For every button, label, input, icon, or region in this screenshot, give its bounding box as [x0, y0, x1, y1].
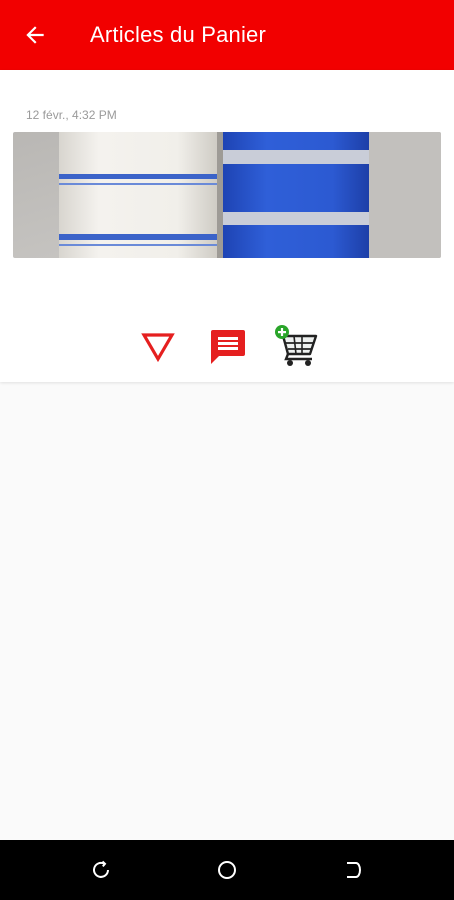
back-nav-icon — [347, 862, 361, 878]
home-button[interactable] — [212, 855, 242, 885]
home-circle-icon — [218, 861, 236, 879]
add-to-cart-icon — [275, 325, 318, 366]
back-button[interactable] — [0, 0, 70, 70]
page-title: Articles du Panier — [90, 22, 267, 47]
fabric-rolls-image — [13, 132, 441, 258]
arrow-left-icon — [26, 26, 44, 44]
back-nav-button[interactable] — [338, 855, 368, 885]
recent-apps-button[interactable] — [86, 855, 116, 885]
add-to-cart-button[interactable] — [272, 325, 318, 367]
message-button[interactable] — [204, 325, 250, 367]
recent-apps-icon — [93, 860, 109, 878]
item-actions — [0, 325, 454, 367]
system-nav-bar — [0, 840, 454, 900]
app-bar: Articles du Panier — [0, 0, 454, 70]
item-timestamp: 12 févr., 4:32 PM — [26, 108, 117, 122]
triangle-down-icon — [141, 333, 175, 363]
chat-message-icon — [211, 330, 245, 364]
cart-item-card: 12 févr., 4:32 PM — [0, 70, 454, 382]
item-photo[interactable] — [13, 132, 441, 258]
filter-button[interactable] — [135, 325, 181, 367]
